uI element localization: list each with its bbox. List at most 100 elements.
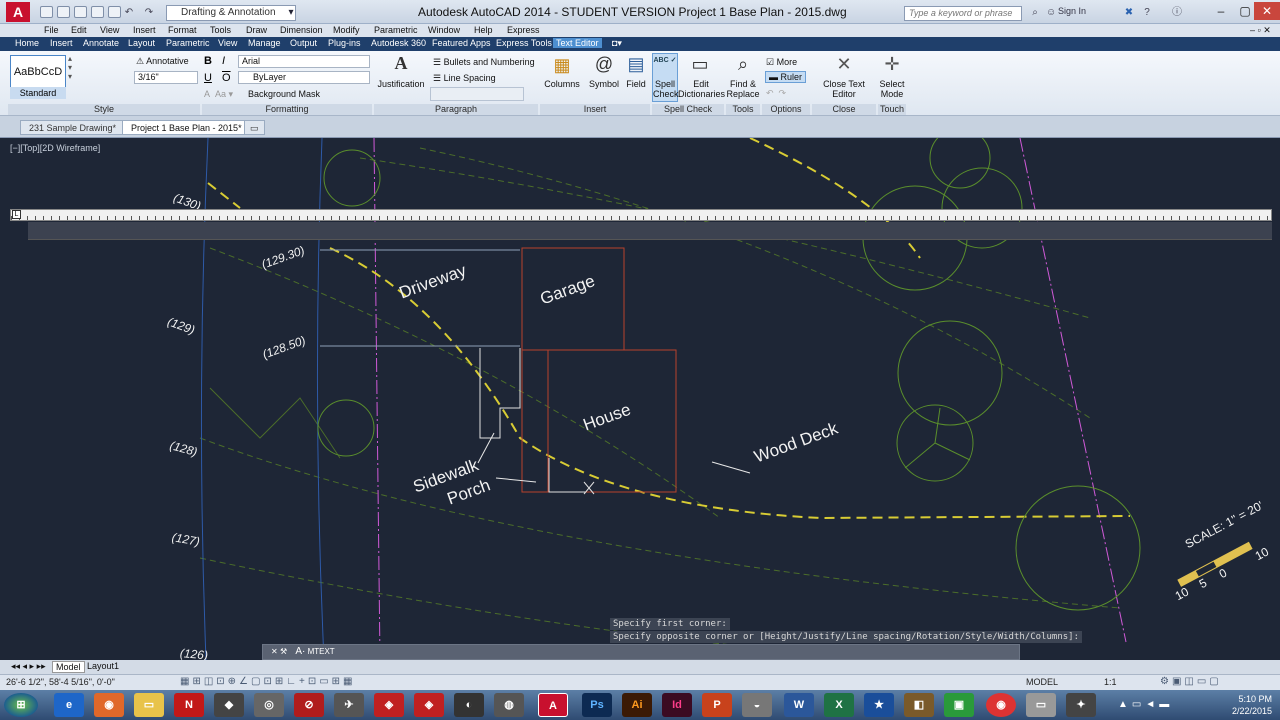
bullets-numbering-button[interactable]: ☰ Bullets and Numbering [433,57,535,68]
overline-button[interactable]: O [222,72,231,84]
paragraph-panel-title[interactable]: Paragraph [374,104,538,115]
info-icon[interactable]: ⓘ [1172,8,1182,18]
spell-check-panel-title[interactable]: Spell Check [652,104,724,115]
menu-dimension[interactable]: Dimension [280,25,323,35]
save-as-icon[interactable] [91,6,104,18]
menu-tools[interactable]: Tools [210,25,231,35]
select-mode-button[interactable]: Select Mode [878,79,906,99]
bold-button[interactable]: B [204,55,212,67]
app-icon-6[interactable]: ◈ [414,693,444,717]
workspace-select[interactable]: Drafting & Annotation [166,5,296,21]
new-file-icon[interactable] [40,6,53,18]
binoculars-icon[interactable]: ⌕ [1030,8,1040,18]
file-tab-project[interactable]: Project 1 Base Plan - 2015* ✕ [122,120,261,135]
menu-express[interactable]: Express [507,25,540,35]
file-tab-sample[interactable]: 231 Sample Drawing* [20,120,126,135]
menu-draw[interactable]: Draw [246,25,267,35]
save-icon[interactable] [74,6,87,18]
app-icon-8[interactable]: ◍ [494,693,524,717]
model-space-toggle[interactable]: MODEL [1026,677,1058,687]
background-mask-button[interactable]: Background Mask [248,89,320,99]
menu-insert[interactable]: Insert [133,25,156,35]
app-icon-7[interactable]: ◐ [454,693,484,717]
undo-redo-icons[interactable]: ↶ ↷ [766,88,786,99]
tab-parametric[interactable]: Parametric [166,38,210,48]
excel-icon[interactable]: X [824,693,854,717]
app-icon-13[interactable]: ▭ [1026,693,1056,717]
system-tray-icons[interactable]: ▲▭◄▬ [1118,699,1173,710]
help-icon[interactable]: ? [1142,8,1152,18]
formatting-panel-title[interactable]: Formatting [202,104,372,115]
tab-plugins[interactable]: Plug-ins [328,38,361,48]
case-icon[interactable]: A Aa ▾ [204,89,233,100]
menu-window[interactable]: Window [428,25,460,35]
explorer-icon[interactable]: ▭ [134,693,164,717]
font-select[interactable]: Arial [238,55,370,68]
drawing-canvas[interactable]: [−][Top][2D Wireframe] Driveway Garage H… [0,138,1280,660]
menubar-window-controls[interactable]: – ▫ ✕ [1250,25,1271,36]
app-icon-1[interactable]: ◆ [214,693,244,717]
indesign-icon[interactable]: Id [662,693,692,717]
print-icon[interactable] [108,6,121,18]
autocad-logo-icon[interactable]: A [6,2,30,22]
more-button[interactable]: ☑ More [766,57,797,68]
app-icon-4[interactable]: ✈ [334,693,364,717]
app-icon-14[interactable]: ✦ [1066,693,1096,717]
columns-button[interactable]: Columns [544,79,580,89]
menu-parametric[interactable]: Parametric [374,25,418,35]
app-icon-3[interactable]: ⊘ [294,693,324,717]
tab-layout1[interactable]: Layout1 [84,661,122,671]
symbol-button[interactable]: Symbol [588,79,620,89]
app-icon-9[interactable]: ◒ [742,693,772,717]
line-spacing-button[interactable]: ☰ Line Spacing [433,73,496,84]
tab-manage[interactable]: Manage [248,38,281,48]
app-icon-11[interactable]: ◧ [904,693,934,717]
illustrator-icon[interactable]: Ai [622,693,652,717]
viewport-label[interactable]: [−][Top][2D Wireframe] [10,143,100,153]
tab-layout[interactable]: Layout [128,38,155,48]
tab-featured-apps[interactable]: Featured Apps [432,38,491,48]
close-window-button[interactable]: ✕ [1254,2,1280,20]
tab-text-editor[interactable]: Text Editor [553,38,602,48]
tab-output[interactable]: Output [290,38,317,48]
camera-icon[interactable]: ◘▾ [612,38,622,49]
align-buttons[interactable] [430,87,524,101]
underline-button[interactable]: U [204,72,212,84]
word-icon[interactable]: W [784,693,814,717]
status-tray-icons[interactable]: ⚙▣◫▭▢ [1160,676,1222,687]
tab-express-tools[interactable]: Express Tools [496,38,552,48]
justification-button[interactable]: Justification [376,79,426,89]
chrome-icon[interactable]: ◉ [986,693,1016,717]
annotative-toggle[interactable]: ⚠ Annotative [136,56,189,67]
close-cmd-icon[interactable]: ✕ [271,647,278,656]
chevron-down-icon[interactable]: ▾ [286,8,296,18]
layout-nav-arrows[interactable]: ◂◂ ◂ ▸ ▸▸ [8,661,49,672]
minimize-button[interactable]: – [1208,2,1234,20]
firefox-icon[interactable]: ◉ [94,693,124,717]
menu-format[interactable]: Format [168,25,197,35]
mtext-ruler[interactable] [10,209,1272,221]
photoshop-icon[interactable]: Ps [582,693,612,717]
acrobat-icon[interactable]: N [174,693,204,717]
edit-dictionaries-button[interactable]: Edit Dictionaries [678,79,725,99]
close-text-editor-button[interactable]: Close Text Editor [812,79,876,99]
exchange-icon[interactable]: ✖ [1124,8,1134,18]
user-icon[interactable]: ☺ [1046,8,1056,18]
tab-stop-icon[interactable]: L [12,210,21,219]
menu-view[interactable]: View [100,25,119,35]
redo-icon[interactable]: ↷ [144,8,154,18]
ruler-toggle[interactable]: ▬ Ruler [765,71,807,83]
annotation-scale[interactable]: 1:1 [1104,677,1117,687]
find-replace-button[interactable]: Find & Replace [726,79,760,99]
tab-view[interactable]: View [218,38,237,48]
sign-in-link[interactable]: Sign In [1058,6,1086,16]
undo-icon[interactable]: ↶ [124,8,134,18]
italic-button[interactable]: I [222,55,225,67]
tab-autodesk360[interactable]: Autodesk 360 [371,38,426,48]
field-button[interactable]: Field [624,79,648,89]
tab-insert[interactable]: Insert [50,38,73,48]
autocad-taskbar-icon[interactable]: A [538,693,568,717]
search-input[interactable]: Type a keyword or phrase [904,6,1022,21]
app-icon-2[interactable]: ◎ [254,693,284,717]
menu-help[interactable]: Help [474,25,493,35]
